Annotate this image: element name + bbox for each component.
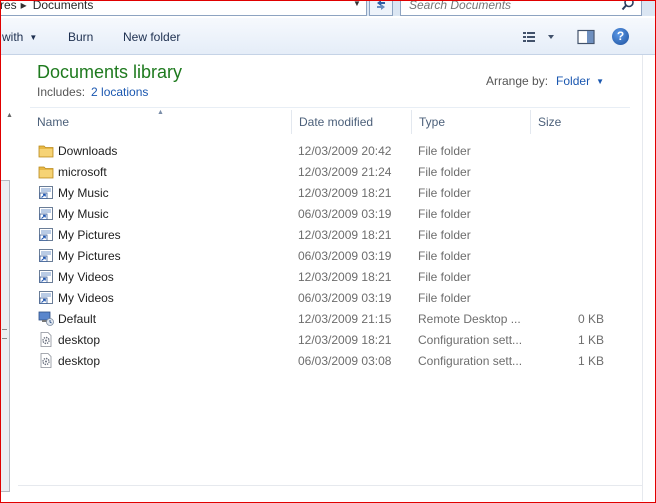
highlight-frame <box>0 0 656 503</box>
